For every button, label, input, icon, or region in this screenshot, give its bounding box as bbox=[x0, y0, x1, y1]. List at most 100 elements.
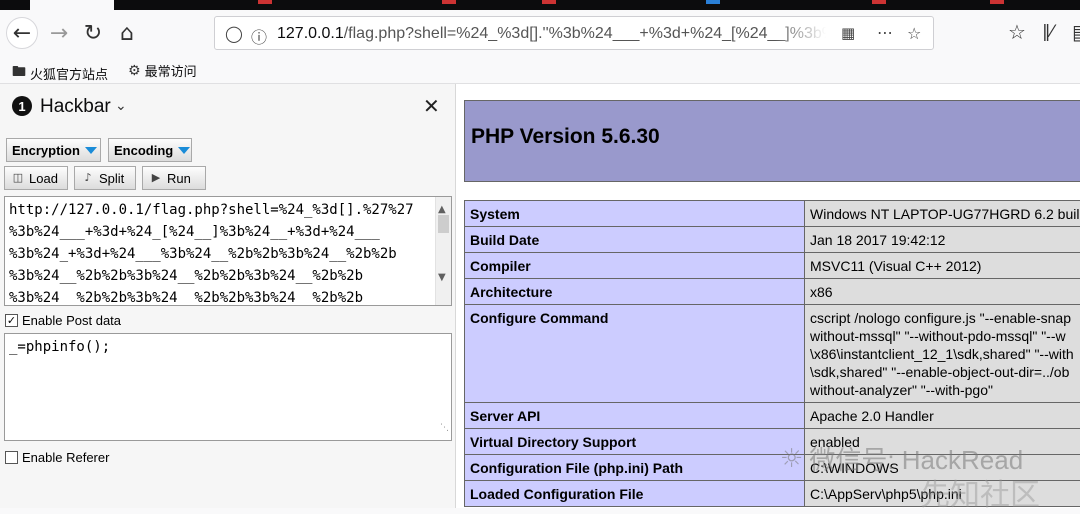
qr-code-icon[interactable]: ▦ bbox=[841, 24, 855, 42]
enable-post-checkbox[interactable]: ✓ Enable Post data bbox=[5, 313, 121, 328]
close-icon[interactable]: ✕ bbox=[423, 94, 440, 118]
php-version-title: PHP Version 5.6.30 bbox=[471, 125, 660, 149]
info-value: MSVC11 (Visual C++ 2012) bbox=[805, 253, 1080, 279]
run-button[interactable]: ▶Run bbox=[142, 166, 206, 190]
navigation-toolbar: ← → ↻ ⌂ ◯ ⓘ 127.0.0.1/flag.php?shell=%24… bbox=[0, 10, 1080, 56]
table-row: Configure Commandcscript /nologo configu… bbox=[465, 305, 1080, 403]
info-key: Server API bbox=[465, 403, 805, 429]
split-icon: ♪ bbox=[80, 171, 96, 185]
table-row: Compiler MSVC11 (Visual C++ 2012) bbox=[465, 253, 1080, 279]
reload-button[interactable]: ↻ bbox=[78, 18, 108, 48]
watermark-secondary: 先知社区 bbox=[920, 470, 1040, 514]
info-key: Configure Command bbox=[465, 305, 805, 403]
info-value-line: \sdk,shared" "--enable-object-out-dir=..… bbox=[810, 363, 1080, 381]
enable-referer-label: Enable Referer bbox=[22, 450, 109, 465]
url-line: http://127.0.0.1/flag.php?shell=%24_%3d[… bbox=[9, 199, 447, 221]
info-value-line: x86 bbox=[810, 283, 1080, 301]
bookmarks-toolbar: 🖿 火狐官方站点 ⚙ 最常访问 bbox=[0, 56, 1080, 84]
forward-button[interactable]: → bbox=[44, 18, 74, 48]
info-value-line: Windows NT LAPTOP-UG77HGRD 6.2 build bbox=[810, 205, 1080, 223]
table-row: Architecture x86 bbox=[465, 279, 1080, 305]
info-key: Configuration File (php.ini) Path bbox=[465, 455, 805, 481]
info-value: Windows NT LAPTOP-UG77HGRD 6.2 build bbox=[805, 201, 1080, 227]
url-line: %3b%24___+%3d+%24_[%24__]%3b%24__+%3d+%2… bbox=[9, 221, 447, 243]
encoding-menu-button[interactable]: Encoding bbox=[108, 138, 192, 162]
tab-favicon[interactable] bbox=[872, 0, 886, 4]
post-data-textarea[interactable]: _=phpinfo(); ⋱ bbox=[4, 333, 452, 441]
encoding-label: Encoding bbox=[114, 143, 173, 158]
back-button[interactable]: ← bbox=[6, 17, 38, 49]
bookmark-item[interactable]: ⚙ 最常访问 bbox=[128, 61, 197, 80]
tab-favicon[interactable] bbox=[706, 0, 720, 4]
load-label: Load bbox=[29, 171, 58, 186]
sidebar-header: 1 Hackbar ⌄ ✕ bbox=[0, 84, 456, 130]
checkbox-unchecked-icon[interactable] bbox=[5, 451, 18, 464]
folder-icon: 🖿 bbox=[12, 61, 26, 85]
encryption-label: Encryption bbox=[12, 143, 80, 158]
shield-icon[interactable]: ◯ bbox=[225, 24, 243, 43]
php-header: PHP Version 5.6.30 bbox=[464, 100, 1080, 182]
resize-grip-icon[interactable]: ⋱ bbox=[440, 417, 449, 439]
info-key: Virtual Directory Support bbox=[465, 429, 805, 455]
url-line: %3b%24__%2b%2b%3b%24__%2b%2b%3b%24__%2b%… bbox=[9, 265, 447, 287]
info-value-line: MSVC11 (Visual C++ 2012) bbox=[810, 257, 1080, 275]
table-row: Build DateJan 18 2017 19:42:12 bbox=[465, 227, 1080, 253]
bookmark-label: 最常访问 bbox=[145, 61, 197, 80]
url-fade bbox=[775, 19, 839, 47]
table-row: Server API Apache 2.0 Handler bbox=[465, 403, 1080, 429]
info-key: Loaded Configuration File bbox=[465, 481, 805, 507]
sidebar-title[interactable]: Hackbar bbox=[40, 96, 111, 118]
chevron-down-icon[interactable]: ⌄ bbox=[115, 98, 127, 114]
run-icon: ▶ bbox=[148, 171, 164, 185]
tab-favicon[interactable] bbox=[542, 0, 556, 4]
textarea-scrollbar[interactable]: ▲ ▼ bbox=[435, 197, 451, 305]
info-key: System bbox=[465, 201, 805, 227]
sidebar-toggle-icon[interactable]: ▤ bbox=[1072, 20, 1080, 44]
load-url-button[interactable]: ◫Load bbox=[4, 166, 68, 190]
split-url-button[interactable]: ♪Split bbox=[74, 166, 136, 190]
info-value: Apache 2.0 Handler bbox=[805, 403, 1080, 429]
split-label: Split bbox=[99, 171, 124, 186]
reading-list-icon[interactable]: ☆ bbox=[1008, 20, 1026, 44]
load-icon: ◫ bbox=[10, 171, 26, 185]
url-path: /flag.php?shell=%24_%3d[].''%3b%24___+%3… bbox=[344, 25, 837, 42]
tab-favicon[interactable] bbox=[258, 0, 272, 4]
checkbox-checked-icon[interactable]: ✓ bbox=[5, 314, 18, 327]
page-actions-icon[interactable]: ⋯ bbox=[877, 23, 893, 42]
hackbar-logo-icon: 1 bbox=[12, 96, 32, 116]
info-value: x86 bbox=[805, 279, 1080, 305]
dropdown-triangle-icon bbox=[178, 147, 190, 154]
info-key: Architecture bbox=[465, 279, 805, 305]
url-line: %3b%24_+%3d+%24___%3b%24__%2b%2b%3b%24__… bbox=[9, 243, 447, 265]
info-value: Jan 18 2017 19:42:12 bbox=[805, 227, 1080, 253]
url-textarea[interactable]: http://127.0.0.1/flag.php?shell=%24_%3d[… bbox=[4, 196, 452, 306]
tab-favicon[interactable] bbox=[990, 0, 1004, 4]
address-bar[interactable]: ◯ ⓘ 127.0.0.1/flag.php?shell=%24_%3d[].'… bbox=[214, 16, 934, 50]
url-host: 127.0.0.1 bbox=[277, 25, 344, 42]
active-tab[interactable] bbox=[30, 0, 114, 10]
url-text[interactable]: 127.0.0.1/flag.php?shell=%24_%3d[].''%3b… bbox=[277, 25, 837, 43]
post-data-text: _=phpinfo(); bbox=[9, 336, 447, 358]
bookmark-item[interactable]: 🖿 火狐官方站点 bbox=[12, 61, 108, 85]
enable-referer-checkbox[interactable]: Enable Referer bbox=[5, 450, 109, 465]
bookmark-star-icon[interactable]: ☆ bbox=[907, 24, 921, 43]
home-button[interactable]: ⌂ bbox=[112, 18, 142, 48]
run-label: Run bbox=[167, 171, 191, 186]
info-key: Compiler bbox=[465, 253, 805, 279]
info-value-line: Jan 18 2017 19:42:12 bbox=[810, 231, 1080, 249]
scrollbar-thumb[interactable] bbox=[438, 215, 449, 233]
tab-favicon[interactable] bbox=[442, 0, 456, 4]
bookmark-label: 火狐官方站点 bbox=[30, 64, 108, 83]
encryption-menu-button[interactable]: Encryption bbox=[6, 138, 101, 162]
gear-icon: ⚙ bbox=[128, 63, 141, 79]
hackbar-sidebar: 1 Hackbar ⌄ ✕ Encryption Encoding ◫Load … bbox=[0, 84, 456, 508]
tab-strip bbox=[0, 0, 1080, 10]
wechat-icon: ☼ bbox=[780, 444, 803, 474]
info-icon[interactable]: ⓘ bbox=[251, 24, 267, 48]
info-value: cscript /nologo configure.js "--enable-s… bbox=[805, 305, 1080, 403]
scroll-down-icon[interactable]: ▼ bbox=[438, 267, 446, 289]
url-line: %3b%24__%2b%2b%3b%24__%2b%2b%3b%24__%2b%… bbox=[9, 287, 447, 306]
info-value-line: without-analyzer" "--with-pgo" bbox=[810, 381, 1080, 399]
library-icon[interactable]: ‖⁄ bbox=[1042, 22, 1053, 42]
info-value-line: Apache 2.0 Handler bbox=[810, 407, 1080, 425]
